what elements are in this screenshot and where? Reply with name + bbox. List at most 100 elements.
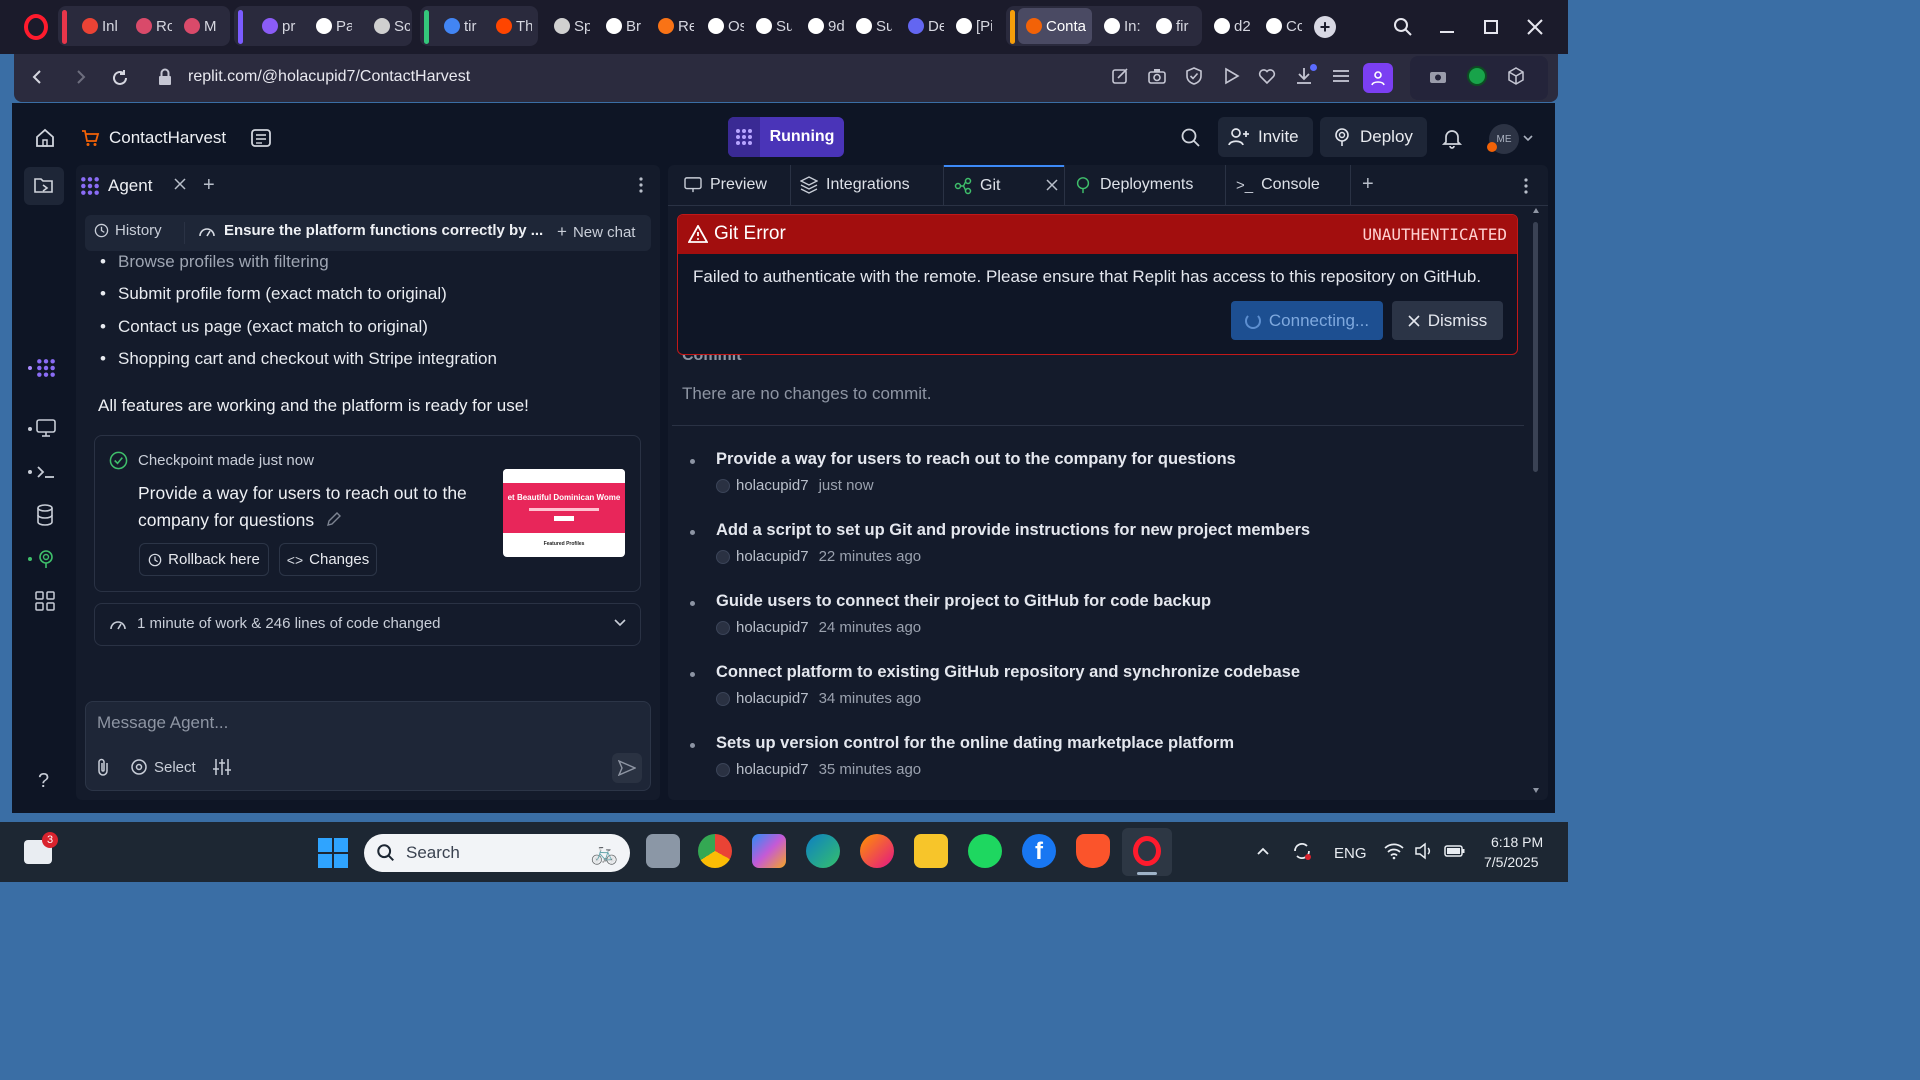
connecting-button[interactable]: Connecting... [1231, 301, 1383, 340]
browser-tab[interactable]: Sp [546, 8, 590, 44]
new-tab-icon[interactable]: + [1314, 16, 1336, 38]
select-element-button[interactable]: Select [130, 758, 196, 776]
facebook-icon[interactable]: f [1022, 834, 1056, 868]
start-windows-icon[interactable] [318, 838, 348, 868]
clock-time[interactable]: 6:18 PM [1491, 834, 1543, 850]
browser-tab[interactable]: Sc [366, 8, 410, 44]
spotify-icon[interactable] [968, 834, 1002, 868]
commit-row[interactable]: Add a script to set up Git and provide i… [716, 521, 1310, 565]
forward-icon[interactable] [72, 68, 90, 86]
clock-date[interactable]: 7/5/2025 [1484, 854, 1539, 870]
history-button[interactable]: History [94, 222, 162, 239]
opera-taskbar-icon[interactable] [1122, 828, 1172, 876]
copilot-icon[interactable] [752, 834, 786, 868]
browser-tab[interactable]: d2 [1206, 8, 1250, 44]
back-icon[interactable] [28, 68, 46, 86]
browser-tab[interactable]: Pa [308, 8, 352, 44]
commit-row[interactable]: Sets up version control for the online d… [716, 734, 1234, 778]
scrollbar[interactable] [1530, 208, 1542, 800]
task-view-icon[interactable] [646, 834, 680, 868]
browser-tab[interactable]: Inl [74, 8, 122, 44]
browser-tab[interactable]: M [176, 8, 220, 44]
browser-tab[interactable]: Re [650, 8, 694, 44]
avatar[interactable]: ME [1487, 124, 1519, 154]
edge-icon[interactable] [806, 834, 840, 868]
add-tab-icon[interactable]: + [203, 174, 215, 197]
browser-tab[interactable]: De [900, 8, 944, 44]
attach-icon[interactable] [95, 757, 113, 777]
play-icon[interactable] [1221, 66, 1243, 88]
send-button[interactable] [612, 753, 642, 783]
agent-tool-icon[interactable] [28, 356, 58, 380]
volume-icon[interactable] [1414, 842, 1434, 860]
commit-row[interactable]: Provide a way for users to reach out to … [716, 450, 1236, 494]
checkpoint-preview-thumbnail[interactable]: et Beautiful Dominican Wome Featured Pro… [503, 469, 625, 557]
home-icon[interactable] [34, 127, 56, 149]
heart-icon[interactable] [1257, 66, 1279, 88]
dismiss-button[interactable]: Dismiss [1392, 301, 1503, 340]
preview-tool-icon[interactable] [28, 418, 58, 440]
tab-agent[interactable]: Agent [80, 168, 152, 204]
project-settings-icon[interactable] [250, 127, 272, 149]
rollback-button[interactable]: Rollback here [139, 543, 269, 576]
close-git-tab-icon[interactable] [1046, 179, 1058, 191]
edit-icon[interactable] [1110, 66, 1132, 88]
browser-tab[interactable]: Conta [1018, 8, 1092, 44]
shield-icon[interactable] [1184, 66, 1206, 88]
download-icon[interactable] [1294, 64, 1317, 88]
camera-icon[interactable] [1147, 66, 1169, 88]
message-input[interactable]: Message Agent... [97, 713, 637, 733]
file-tree-icon[interactable] [24, 167, 64, 205]
new-chat-button[interactable]: + New chat [557, 222, 635, 242]
language-indicator[interactable]: ENG [1334, 845, 1367, 862]
extensions-cube-icon[interactable] [1506, 66, 1528, 88]
minimize-icon[interactable] [1432, 12, 1462, 42]
battery-icon[interactable] [1444, 843, 1466, 859]
show-hidden-icons-chevron-icon[interactable] [1256, 846, 1270, 856]
project-name[interactable]: ContactHarvest [109, 128, 226, 148]
chrome-icon[interactable] [698, 834, 732, 868]
profile-icon[interactable] [1363, 63, 1393, 93]
all-tools-grid-icon[interactable] [35, 591, 55, 611]
extension-green-icon[interactable] [1467, 66, 1489, 88]
browser-tab[interactable]: tir [436, 8, 480, 44]
changes-button[interactable]: <> Changes [279, 543, 377, 576]
commit-row[interactable]: Connect platform to existing GitHub repo… [716, 663, 1300, 707]
notifications-bell-icon[interactable] [1441, 127, 1463, 149]
browser-tab[interactable]: Su [848, 8, 892, 44]
browser-tab[interactable]: Os [700, 8, 744, 44]
snapshot-icon[interactable] [1428, 66, 1450, 88]
tab-integrations[interactable]: Integrations [790, 165, 942, 205]
run-status-button[interactable]: Running [728, 117, 844, 157]
tab-preview[interactable]: Preview [674, 165, 792, 205]
wifi-icon[interactable] [1384, 842, 1404, 860]
browser-tab[interactable]: Br [598, 8, 642, 44]
url-text[interactable]: replit.com/@holacupid7/ContactHarvest [188, 68, 470, 86]
close-window-icon[interactable] [1520, 12, 1550, 42]
maximize-icon[interactable] [1476, 12, 1506, 42]
console-tool-icon[interactable] [28, 462, 58, 482]
taskbar-search-input[interactable]: Search 🚲 [364, 834, 630, 872]
agent-more-menu-icon[interactable] [638, 176, 644, 194]
file-explorer-icon[interactable] [914, 834, 948, 868]
browser-tab[interactable]: [Pi [948, 8, 992, 44]
close-agent-tab-icon[interactable] [174, 178, 186, 190]
browser-tab[interactable]: pr [254, 8, 298, 44]
browser-tab[interactable]: Su [748, 8, 792, 44]
chevron-down-icon[interactable] [613, 618, 627, 628]
scrollbar-thumb[interactable] [1533, 222, 1538, 472]
search-icon[interactable] [1180, 127, 1202, 149]
easy-setup-icon[interactable] [1331, 66, 1353, 88]
browser-tab[interactable]: fir [1148, 8, 1192, 44]
browser-tab[interactable]: Th [488, 8, 532, 44]
panel-more-menu-icon[interactable] [1523, 177, 1529, 195]
browser-tab[interactable]: 9d [800, 8, 844, 44]
commit-row[interactable]: Guide users to connect their project to … [716, 592, 1211, 636]
browser-tab[interactable]: Cc [1258, 8, 1302, 44]
account-chevron-down-icon[interactable] [1522, 133, 1534, 143]
deploy-button[interactable]: Deploy [1320, 117, 1427, 157]
settings-sliders-icon[interactable] [212, 758, 232, 776]
database-tool-icon[interactable] [35, 504, 55, 526]
widgets-icon[interactable]: 3 [24, 832, 58, 864]
reload-icon[interactable] [110, 68, 130, 88]
